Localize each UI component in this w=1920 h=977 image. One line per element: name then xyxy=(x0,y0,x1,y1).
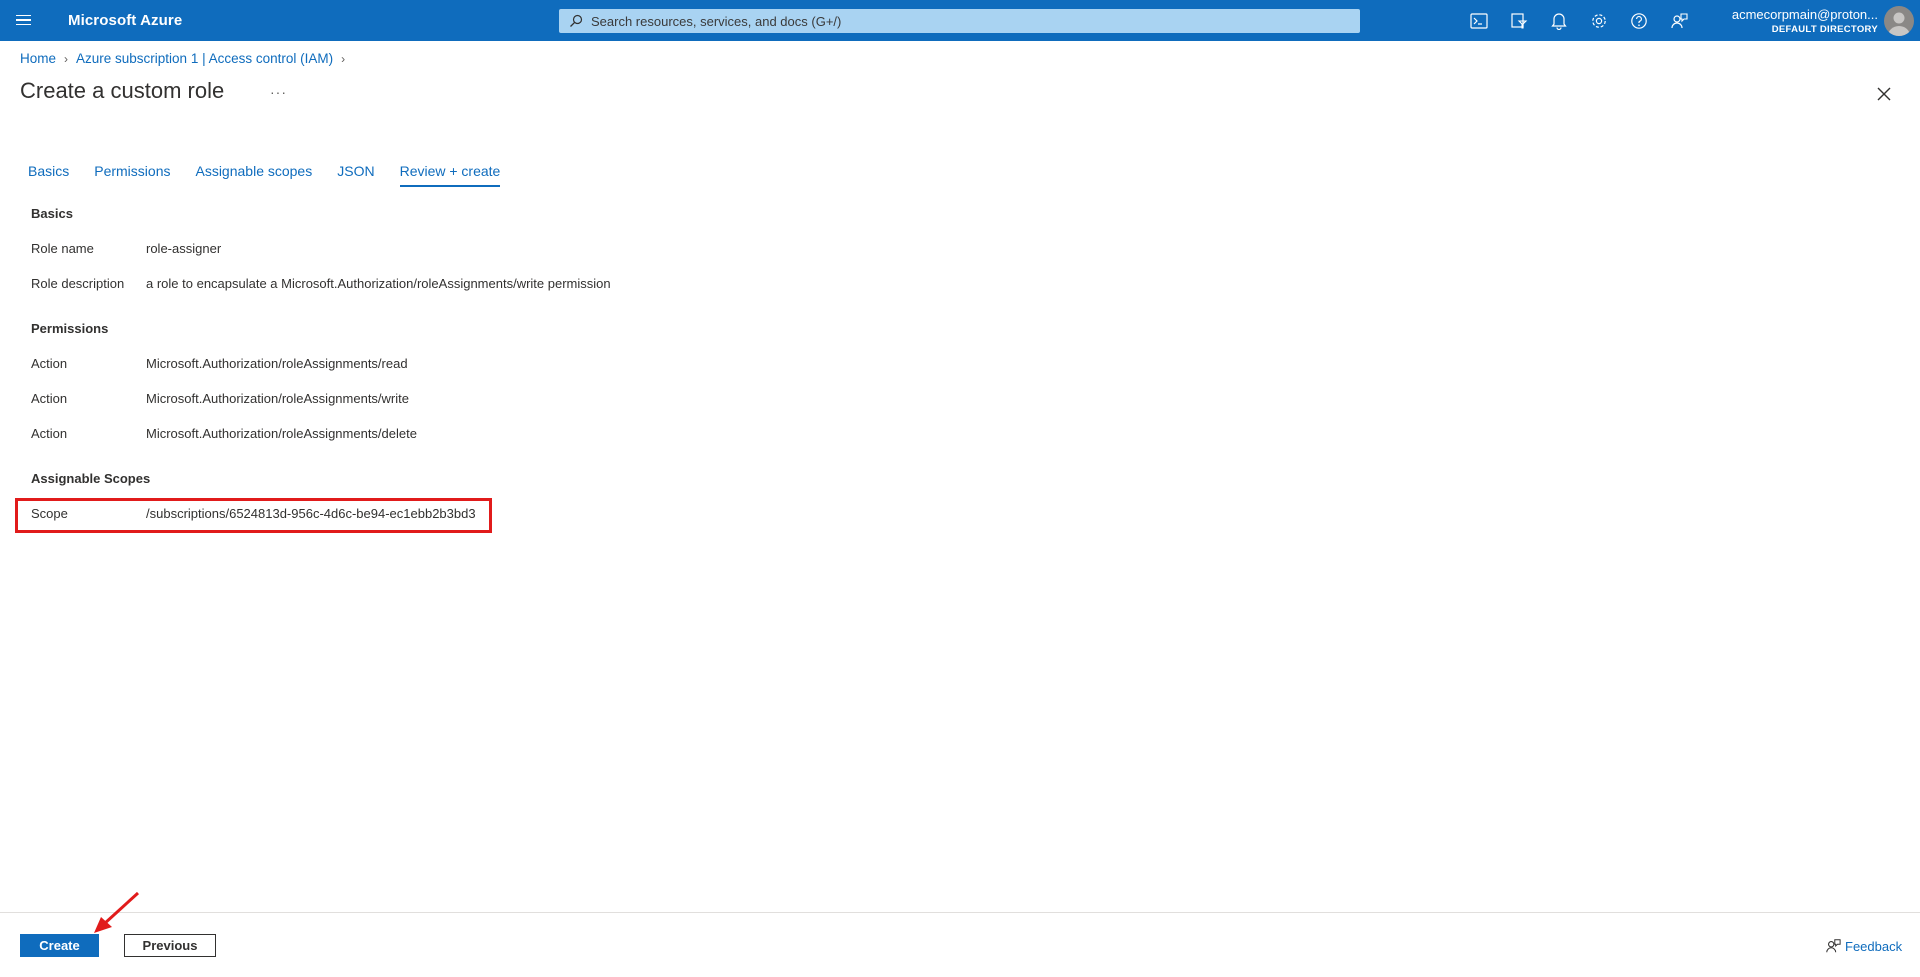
breadcrumb-iam[interactable]: Azure subscription 1 | Access control (I… xyxy=(76,51,333,66)
previous-button[interactable]: Previous xyxy=(124,934,216,957)
section-permissions-heading: Permissions xyxy=(31,321,109,336)
tab-assignable-scopes[interactable]: Assignable scopes xyxy=(195,163,312,187)
row-label: Action xyxy=(31,391,68,406)
brand-title[interactable]: Microsoft Azure xyxy=(68,12,182,29)
help-icon[interactable] xyxy=(1628,10,1650,32)
row-action: Action Microsoft.Authorization/roleAssig… xyxy=(31,391,409,406)
tab-basics[interactable]: Basics xyxy=(28,163,69,187)
chevron-right-icon: › xyxy=(64,51,69,66)
row-label: Action xyxy=(31,426,68,441)
row-value: role-assigner xyxy=(146,241,222,256)
row-scope: Scope /subscriptions/6524813d-956c-4d6c-… xyxy=(31,506,476,521)
cloud-shell-icon[interactable] xyxy=(1468,10,1490,32)
row-value: a role to encapsulate a Microsoft.Author… xyxy=(146,276,611,291)
search-box[interactable] xyxy=(559,9,1360,33)
close-icon[interactable] xyxy=(1874,84,1894,104)
menu-icon[interactable] xyxy=(14,10,34,30)
tab-review-create[interactable]: Review + create xyxy=(399,163,501,187)
red-arrow-annotation xyxy=(94,891,140,933)
row-action: Action Microsoft.Authorization/roleAssig… xyxy=(31,356,408,371)
row-label: Role description xyxy=(31,276,125,291)
account-menu[interactable]: acmecorpmain@proton... DEFAULT DIRECTORY xyxy=(1732,7,1878,35)
breadcrumb: Home › Azure subscription 1 | Access con… xyxy=(20,51,353,66)
create-button[interactable]: Create xyxy=(20,934,99,957)
feedback-icon xyxy=(1826,939,1841,953)
directory-filter-icon[interactable] xyxy=(1508,10,1530,32)
page-title: Create a custom role xyxy=(20,78,225,103)
feedback-link[interactable]: Feedback xyxy=(1825,938,1902,954)
row-value: Microsoft.Authorization/roleAssignments/… xyxy=(146,391,409,406)
row-value: Microsoft.Authorization/roleAssignments/… xyxy=(146,426,417,441)
top-bar: Microsoft Azure acmecorpmain@proton... D… xyxy=(0,0,1920,41)
tab-permissions[interactable]: Permissions xyxy=(94,163,170,187)
breadcrumb-home[interactable]: Home xyxy=(20,51,56,66)
top-icons xyxy=(1468,10,1690,32)
row-value: /subscriptions/6524813d-956c-4d6c-be94-e… xyxy=(146,506,476,521)
search-input[interactable] xyxy=(591,13,1351,29)
row-label: Action xyxy=(31,356,68,371)
row-label: Role name xyxy=(31,241,94,256)
feedback-label: Feedback xyxy=(1845,938,1903,954)
row-role-description: Role description a role to encapsulate a… xyxy=(31,276,611,291)
row-value: Microsoft.Authorization/roleAssignments/… xyxy=(146,356,408,371)
row-role-name: Role name role-assigner xyxy=(31,241,221,256)
more-options-icon[interactable]: ··· xyxy=(270,84,287,100)
bell-icon[interactable] xyxy=(1548,10,1570,32)
gear-icon[interactable] xyxy=(1588,10,1610,32)
avatar[interactable] xyxy=(1884,6,1914,36)
search-icon xyxy=(569,14,583,28)
row-label: Scope xyxy=(31,506,68,521)
account-email: acmecorpmain@proton... xyxy=(1731,7,1878,22)
account-directory: DEFAULT DIRECTORY xyxy=(1771,24,1878,35)
section-basics-heading: Basics xyxy=(31,206,73,221)
tab-json[interactable]: JSON xyxy=(337,163,374,187)
chevron-right-icon: › xyxy=(341,51,346,66)
footer-divider xyxy=(0,912,1920,913)
row-action: Action Microsoft.Authorization/roleAssig… xyxy=(31,426,417,441)
feedback-icon[interactable] xyxy=(1668,10,1690,32)
wizard-tabs: Basics Permissions Assignable scopes JSO… xyxy=(28,163,525,187)
section-scopes-heading: Assignable Scopes xyxy=(31,471,151,486)
